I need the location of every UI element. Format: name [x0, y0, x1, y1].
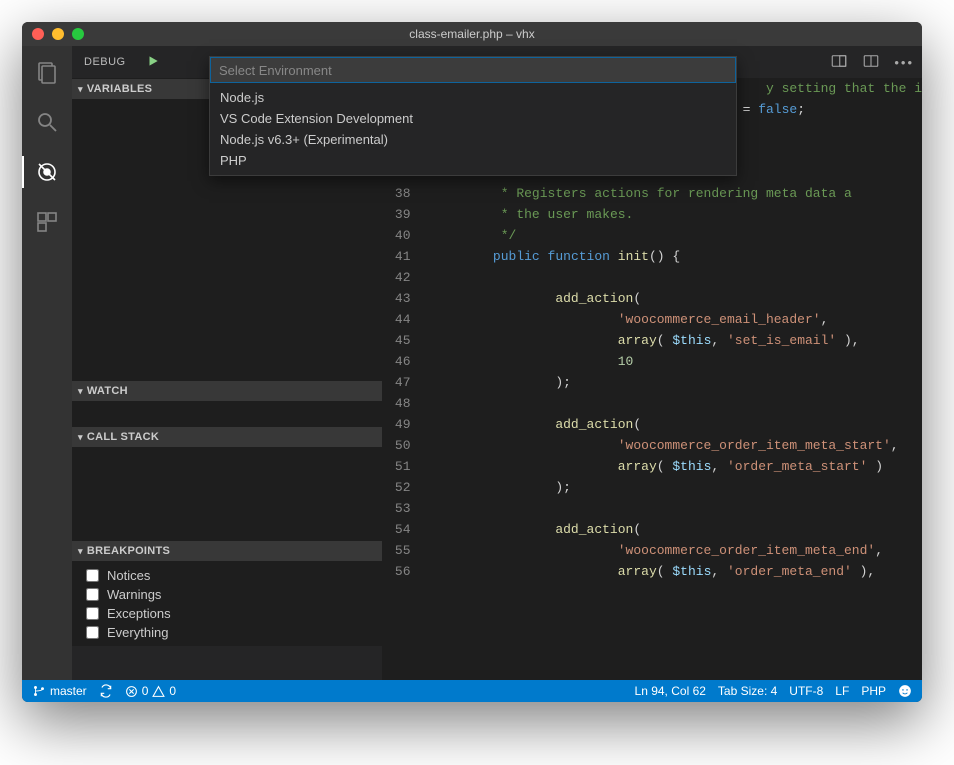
variables-label: VARIABLES: [87, 83, 152, 95]
sync-icon[interactable]: [99, 684, 113, 698]
callstack-section-header[interactable]: ▾ CALL STACK: [72, 426, 382, 448]
chevron-down-icon: ▾: [78, 84, 83, 95]
tab-size[interactable]: Tab Size: 4: [718, 684, 777, 698]
breakpoint-item[interactable]: Warnings: [72, 585, 382, 604]
breakpoint-item[interactable]: Notices: [72, 566, 382, 585]
watch-label: WATCH: [87, 385, 128, 397]
quickpick-item[interactable]: Node.js: [210, 87, 736, 108]
breakpoint-label: Everything: [107, 625, 168, 640]
chevron-down-icon: ▾: [78, 386, 83, 397]
activity-bar: [22, 46, 72, 680]
start-debug-button[interactable]: [146, 54, 160, 71]
minimize-button[interactable]: [52, 28, 64, 40]
breakpoint-checkbox[interactable]: [86, 588, 99, 601]
statusbar: master 0 0 Ln 94, Col 62 Tab Size: 4 UTF…: [22, 680, 922, 702]
language-mode[interactable]: PHP: [861, 684, 886, 698]
environment-quickpick: Select Environment Node.jsVS Code Extens…: [209, 56, 737, 176]
quickpick-list: Node.jsVS Code Extension DevelopmentNode…: [210, 83, 736, 175]
split-editor-icon[interactable]: [862, 52, 880, 73]
maximize-button[interactable]: [72, 28, 84, 40]
traffic-lights: [32, 28, 84, 40]
breakpoint-checkbox[interactable]: [86, 607, 99, 620]
branch-name: master: [50, 684, 87, 698]
close-button[interactable]: [32, 28, 44, 40]
git-branch[interactable]: master: [32, 684, 87, 698]
callstack-body: [72, 448, 382, 540]
watch-body: [72, 402, 382, 426]
debug-label: DEBUG: [84, 56, 126, 68]
quickpick-item[interactable]: PHP: [210, 150, 736, 171]
more-actions-icon[interactable]: •••: [894, 55, 914, 70]
breakpoints-body: Notices Warnings Exceptions Everything: [72, 562, 382, 646]
breakpoints-section-header[interactable]: ▾ BREAKPOINTS: [72, 540, 382, 562]
chevron-down-icon: ▾: [78, 432, 83, 443]
errors-count: 0: [142, 684, 149, 698]
app-window: class-emailer.php – vhx DEBUG: [22, 22, 922, 702]
breakpoint-label: Exceptions: [107, 606, 171, 621]
eol[interactable]: LF: [835, 684, 849, 698]
warnings-count: 0: [169, 684, 176, 698]
quickpick-placeholder: Select Environment: [219, 63, 332, 78]
breakpoint-checkbox[interactable]: [86, 569, 99, 582]
breakpoints-label: BREAKPOINTS: [87, 545, 170, 557]
debug-icon[interactable]: [33, 158, 61, 186]
toggle-panel-icon[interactable]: [830, 52, 848, 73]
chevron-down-icon: ▾: [78, 546, 83, 557]
callstack-label: CALL STACK: [87, 431, 159, 443]
cursor-position[interactable]: Ln 94, Col 62: [635, 684, 706, 698]
quickpick-item[interactable]: VS Code Extension Development: [210, 108, 736, 129]
breakpoint-label: Notices: [107, 568, 150, 583]
window-title: class-emailer.php – vhx: [22, 27, 922, 41]
titlebar: class-emailer.php – vhx: [22, 22, 922, 46]
breakpoint-checkbox[interactable]: [86, 626, 99, 639]
quickpick-input[interactable]: Select Environment: [210, 57, 736, 83]
feedback-icon[interactable]: [898, 684, 912, 698]
breakpoint-label: Warnings: [107, 587, 161, 602]
quickpick-item[interactable]: Node.js v6.3+ (Experimental): [210, 129, 736, 150]
search-icon[interactable]: [33, 108, 61, 136]
extensions-icon[interactable]: [33, 208, 61, 236]
problems-status[interactable]: 0 0: [125, 684, 176, 698]
watch-section-header[interactable]: ▾ WATCH: [72, 380, 382, 402]
encoding[interactable]: UTF-8: [789, 684, 823, 698]
explorer-icon[interactable]: [33, 58, 61, 86]
breakpoint-item[interactable]: Exceptions: [72, 604, 382, 623]
breakpoint-item[interactable]: Everything: [72, 623, 382, 642]
